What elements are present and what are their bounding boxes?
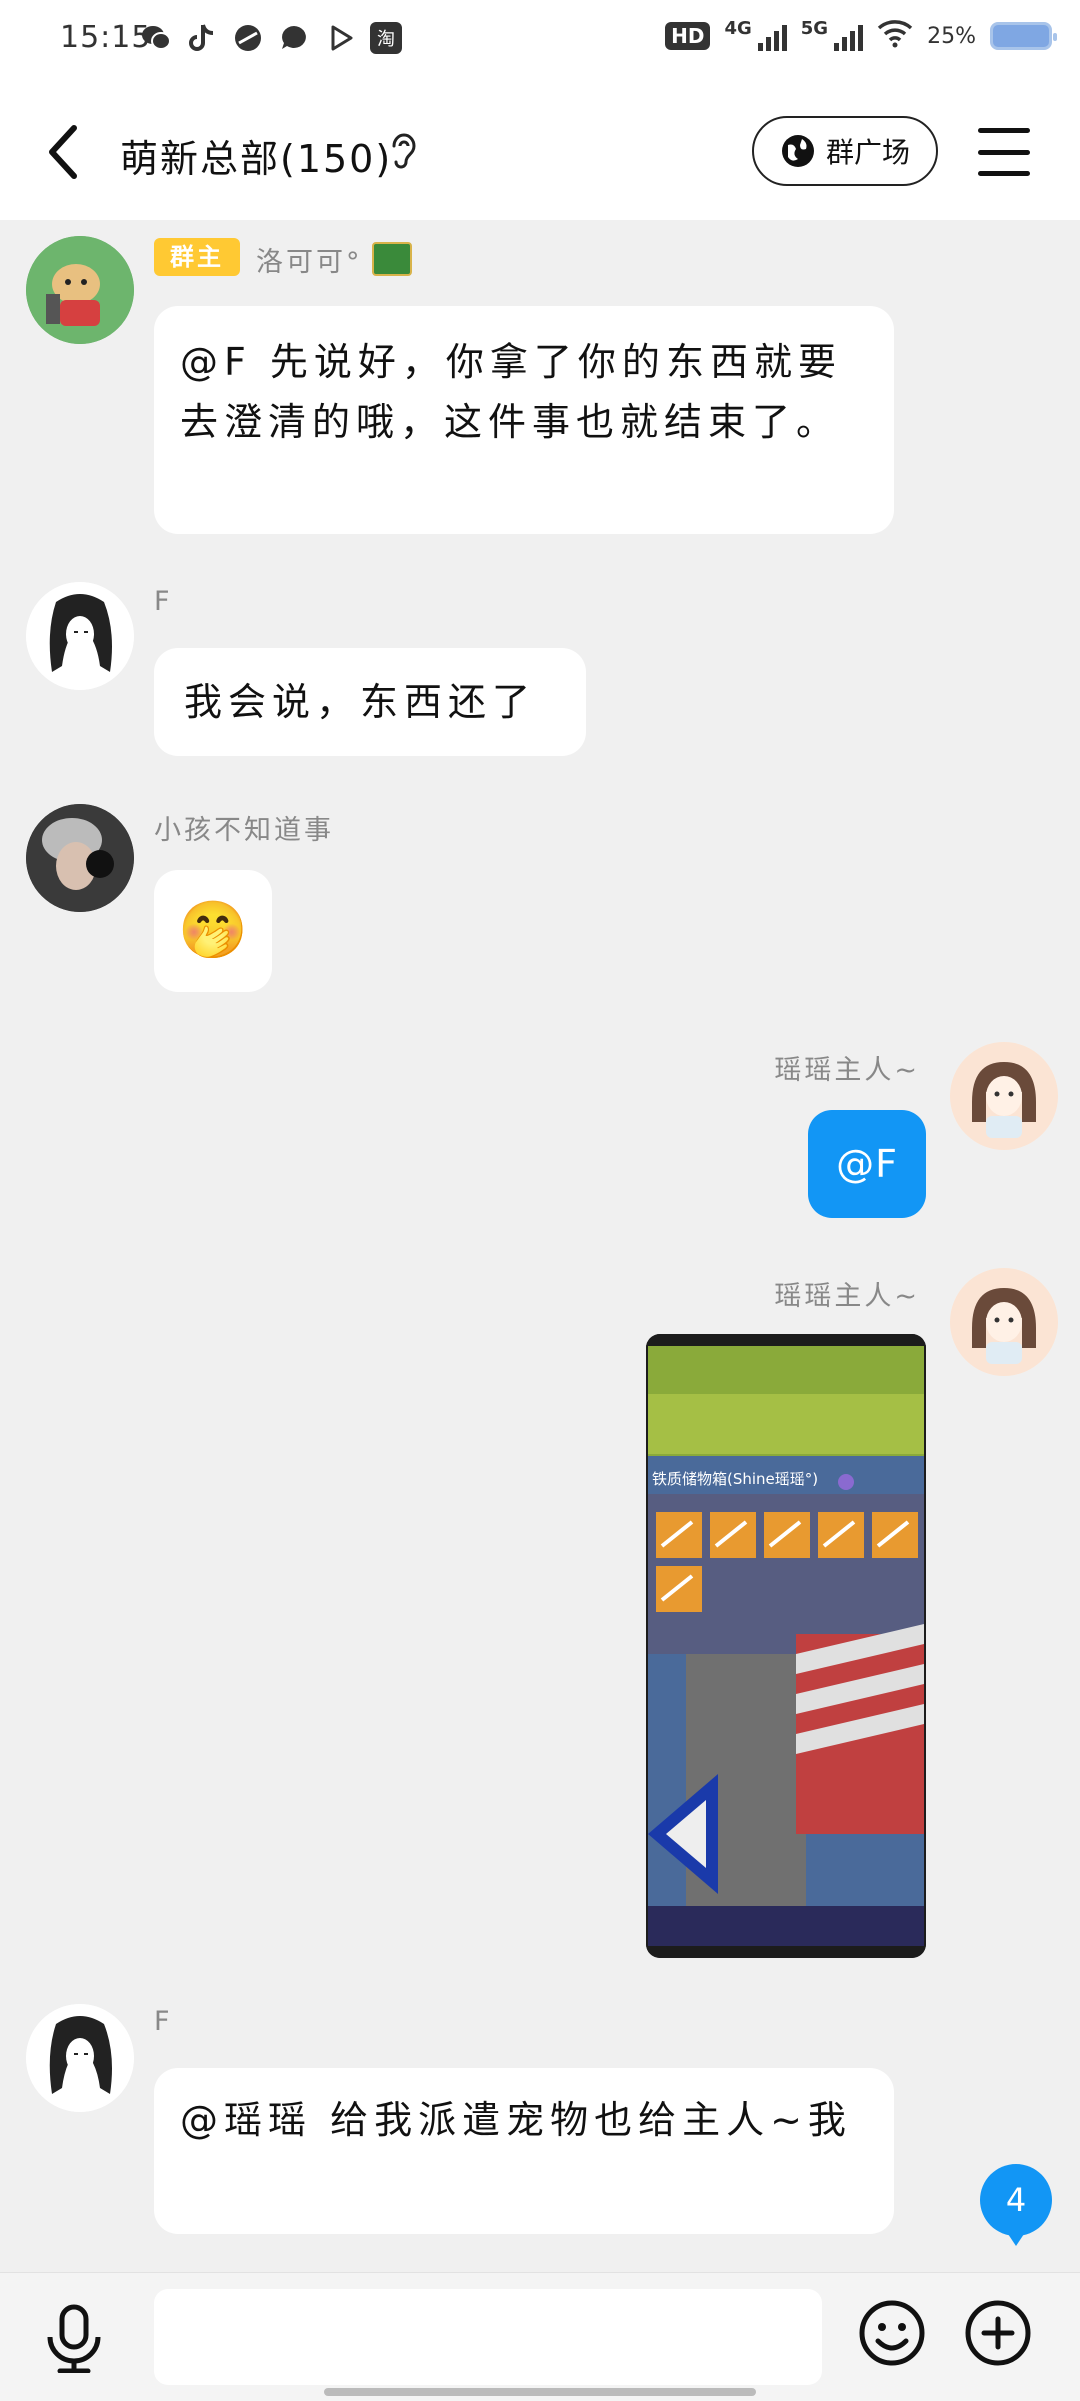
avatar-sender-2[interactable] bbox=[26, 582, 134, 690]
battery-icon bbox=[990, 22, 1057, 50]
group-title[interactable]: 萌新总部(150) bbox=[120, 128, 392, 183]
wifi-icon bbox=[877, 18, 913, 54]
sender-name: F bbox=[154, 2006, 173, 2037]
avatar-me[interactable] bbox=[950, 1268, 1058, 1376]
group-plaza-label: 群广场 bbox=[825, 136, 910, 169]
image-message[interactable]: 铁质储物箱(Shine瑶瑶°) bbox=[646, 1334, 926, 1958]
avatar-me[interactable] bbox=[950, 1042, 1058, 1150]
voice-button[interactable] bbox=[42, 2303, 106, 2374]
home-indicator[interactable] bbox=[324, 2388, 756, 2396]
image-caption: 铁质储物箱(Shine瑶瑶°) bbox=[652, 1470, 819, 1488]
message-bubble-me[interactable]: @F bbox=[808, 1110, 926, 1218]
unread-count-badge[interactable]: 4 bbox=[980, 2164, 1052, 2246]
group-owner-badge: 群主 bbox=[154, 238, 240, 276]
sender-name: 瑶瑶主人~ bbox=[774, 1055, 920, 1086]
status-bar: 15:15 淘 HD 4G 5G 25% bbox=[0, 0, 1080, 84]
status-right: HD 4G 5G 25% bbox=[665, 18, 1057, 54]
back-button[interactable] bbox=[34, 122, 94, 182]
message-bubble[interactable]: @F 先说好，你拿了你的东西就要去澄清的哦，这件事也就结束了。 bbox=[154, 306, 894, 534]
status-time: 15:15 bbox=[60, 20, 152, 55]
play-icon bbox=[324, 22, 356, 54]
wechat-icon bbox=[140, 22, 172, 54]
chevron-left-icon bbox=[49, 125, 77, 179]
microphone-icon bbox=[47, 2304, 101, 2374]
input-bar bbox=[0, 2272, 1080, 2401]
sender-name: 洛可可° bbox=[256, 247, 363, 278]
emoji-message[interactable]: 🤭 bbox=[154, 870, 272, 992]
sender-name: 小孩不知道事 bbox=[154, 815, 334, 846]
message-bubble[interactable]: @瑶瑶 给我派遣宠物也给主人~我 bbox=[154, 2068, 894, 2234]
taobao-icon: 淘 bbox=[370, 22, 402, 54]
chat-icon bbox=[278, 22, 310, 54]
emoji-button[interactable] bbox=[858, 2299, 926, 2367]
chat-header: 萌新总部(150) 群广场 bbox=[0, 84, 1080, 220]
avatar-sender-3[interactable] bbox=[26, 804, 134, 912]
message-input[interactable] bbox=[154, 2289, 822, 2385]
globe-icon bbox=[781, 135, 814, 167]
network-label-1: 4G bbox=[724, 18, 752, 39]
plus-icon bbox=[965, 2300, 1031, 2366]
level-badge-icon bbox=[372, 242, 412, 276]
group-plaza-button[interactable]: 群广场 bbox=[752, 116, 938, 186]
avatar-sender-1[interactable] bbox=[26, 236, 134, 344]
sender-name: 瑶瑶主人~ bbox=[774, 1281, 920, 1312]
hd-badge: HD bbox=[665, 22, 711, 50]
sender-name: F bbox=[154, 586, 173, 617]
status-app-icons: 淘 bbox=[140, 22, 402, 54]
battery-percent: 25% bbox=[927, 23, 976, 49]
signal-icon-1 bbox=[757, 21, 787, 51]
signal-icon-2 bbox=[834, 21, 864, 51]
more-button[interactable] bbox=[964, 2299, 1032, 2367]
smiley-icon bbox=[859, 2300, 925, 2366]
avatar-sender-2[interactable] bbox=[26, 2004, 134, 2112]
tiktok-icon bbox=[186, 22, 218, 54]
network-label-2: 5G bbox=[800, 18, 829, 39]
ear-icon[interactable] bbox=[388, 132, 418, 176]
menu-button[interactable] bbox=[978, 128, 1030, 176]
message-bubble[interactable]: 我会说，东西还了 bbox=[154, 648, 586, 756]
shard-icon bbox=[232, 22, 264, 54]
